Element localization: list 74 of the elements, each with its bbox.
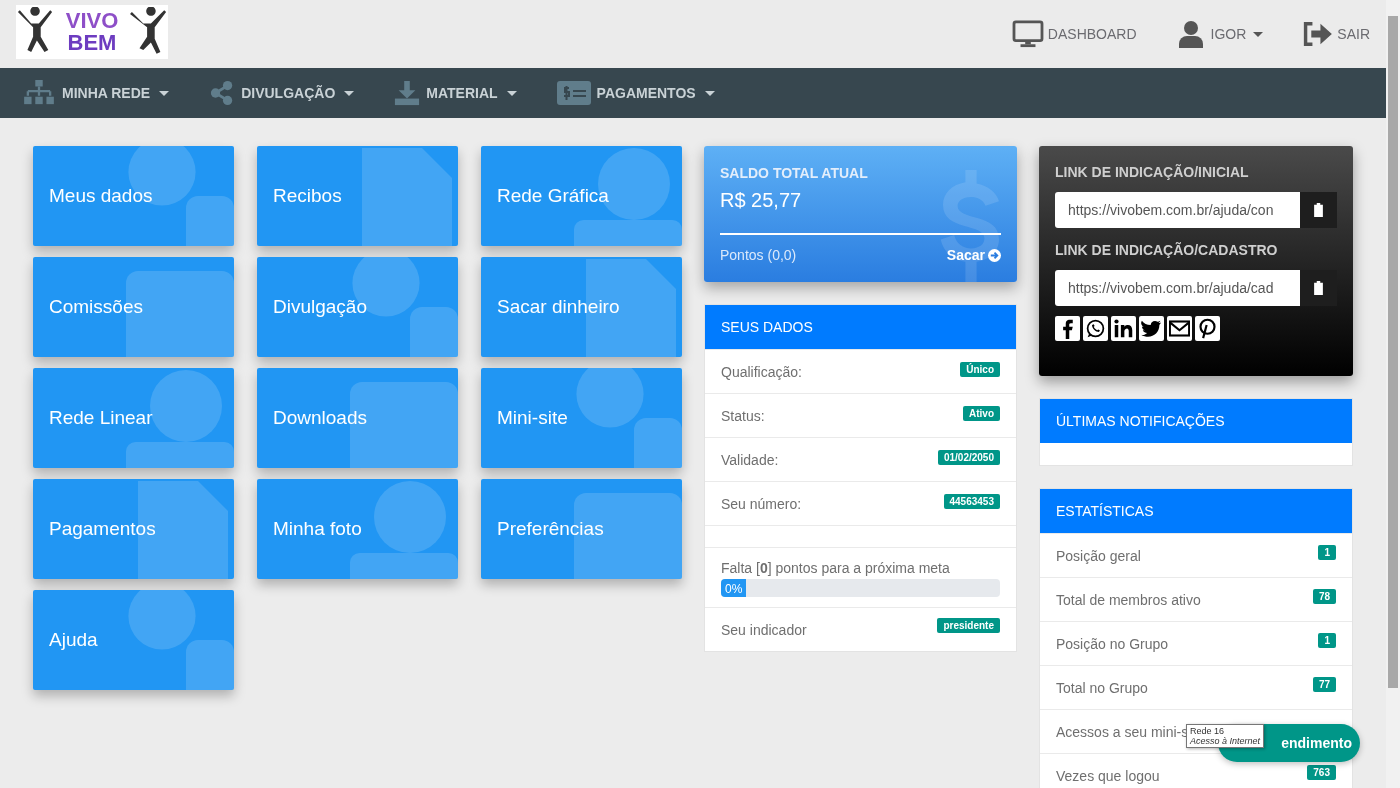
nav-menu-item[interactable]: MINHA REDE: [22, 80, 170, 106]
nav-menu-item[interactable]: PAGAMENTOS: [556, 80, 715, 106]
logo-text: BEM: [67, 32, 117, 54]
row-label: Qualificação:: [721, 363, 802, 380]
dashboard-tile[interactable]: Downloads: [257, 368, 458, 468]
goal-text: Falta [0] pontos para a próxima meta: [721, 560, 951, 576]
copy-button[interactable]: [1300, 270, 1337, 306]
dashboard-tile[interactable]: Meus dados: [33, 146, 234, 246]
hierarchy-icon: [22, 80, 56, 106]
points-text: Pontos (0,0): [720, 247, 797, 263]
dashboard-tile[interactable]: Rede Gráfica: [481, 146, 682, 246]
value-tag: 01/02/2050: [937, 450, 1000, 465]
panel-title: ÚLTIMAS NOTIFICAÇÕES: [1056, 413, 1225, 429]
pinterest-icon[interactable]: [1195, 316, 1220, 341]
count-badge: 763: [1307, 765, 1336, 780]
link-title: LINK DE INDICAÇÃO/CADASTRO: [1055, 242, 1279, 258]
facebook-icon[interactable]: [1055, 316, 1080, 341]
value-tag: Ativo: [963, 406, 1000, 421]
logo[interactable]: VIVO BEM: [16, 5, 168, 59]
dashboard-tile[interactable]: Sacar dinheiro: [481, 257, 682, 357]
money-card-icon: [556, 80, 591, 106]
link-title: LINK DE INDICAÇÃO/INICIAL: [1055, 164, 1250, 180]
value-tag: 44563453: [943, 494, 1000, 509]
value-tag: Único: [960, 362, 1000, 377]
nav-menu-item[interactable]: DIVULGAÇÃO: [209, 80, 355, 106]
copy-button[interactable]: [1300, 192, 1337, 228]
link-field[interactable]: https://vivobem.com.br/ajuda/con: [1055, 192, 1300, 228]
logout-icon: [1301, 20, 1334, 48]
logo-text: VIVO: [65, 10, 119, 32]
dashboard-tile[interactable]: Recibos: [257, 146, 458, 246]
whatsapp-icon[interactable]: [1083, 316, 1108, 341]
row-label: Seu número:: [721, 495, 802, 512]
twitter-icon[interactable]: [1139, 316, 1164, 341]
dashboard-tile[interactable]: Minha foto: [257, 479, 458, 579]
arrow-circle-icon: [988, 248, 1001, 262]
count-badge: 77: [1312, 677, 1336, 692]
withdraw-link[interactable]: Sacar: [946, 247, 1001, 263]
progress-fill: 0%: [721, 579, 747, 597]
row-label: Validade:: [721, 451, 779, 468]
scrollbar[interactable]: [1386, 0, 1400, 788]
email-icon[interactable]: [1167, 316, 1192, 341]
row-label: Total de membros ativo: [1056, 591, 1201, 608]
row-label: Status:: [721, 407, 765, 424]
download-icon: [394, 80, 421, 106]
exit-link[interactable]: SAIR: [1301, 20, 1370, 48]
value-tag: presidente: [937, 618, 1000, 633]
dashboard-tile[interactable]: Ajuda: [33, 590, 234, 690]
row-label: Total no Grupo: [1056, 679, 1148, 696]
count-badge: 78: [1312, 589, 1336, 604]
monitor-link[interactable]: DASHBOARD: [1011, 20, 1137, 48]
row-label: Vezes que logou: [1056, 767, 1160, 784]
dashboard-tile[interactable]: Comissões: [33, 257, 234, 357]
dashboard-tile[interactable]: Mini-site: [481, 368, 682, 468]
dashboard-tile[interactable]: Pagamentos: [33, 479, 234, 579]
row-label: Posição no Grupo: [1056, 635, 1169, 652]
balance-amount: R$ 25,77: [720, 189, 803, 212]
panel-title: ESTATÍSTICAS: [1056, 503, 1154, 519]
linkedin-icon[interactable]: [1111, 316, 1136, 341]
nav-menu-item[interactable]: MATERIAL: [394, 80, 517, 106]
jumping-figure-icon: [130, 7, 168, 57]
row-label: Seu indicador: [721, 621, 807, 638]
dashboard-tile[interactable]: Divulgação: [257, 257, 458, 357]
user-link[interactable]: IGOR: [1174, 20, 1264, 48]
panel-title: SEUS DADOS: [721, 319, 813, 335]
monitor-icon: [1011, 20, 1044, 48]
link-field[interactable]: https://vivobem.com.br/ajuda/cad: [1055, 270, 1300, 306]
clipboard-icon: [1313, 281, 1324, 295]
row-label: Posição geral: [1056, 547, 1141, 564]
dashboard-tile[interactable]: Rede Linear: [33, 368, 234, 468]
dashboard-tile[interactable]: Preferências: [481, 479, 682, 579]
count-badge: 1: [1318, 545, 1336, 560]
balance-title: SALDO TOTAL ATUAL: [720, 165, 869, 181]
count-badge: 1: [1318, 633, 1336, 648]
clipboard-icon: [1313, 203, 1324, 217]
